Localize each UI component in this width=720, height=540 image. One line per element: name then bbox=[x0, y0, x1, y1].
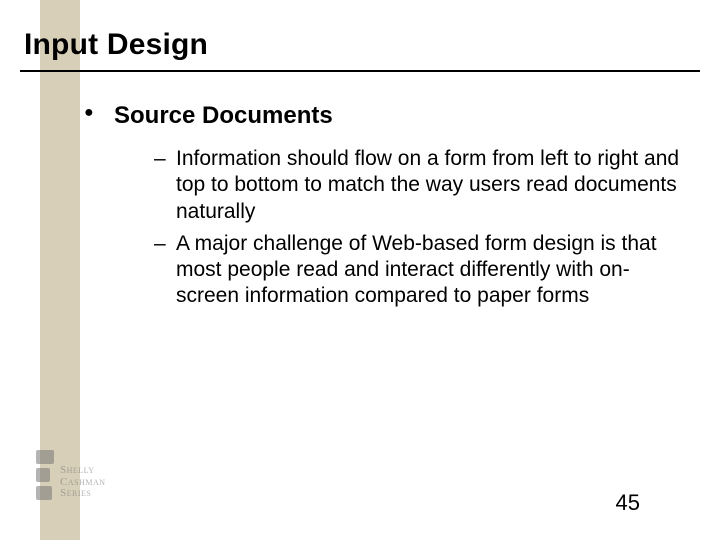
logo-bars-icon bbox=[36, 450, 54, 500]
logo-line: Series bbox=[60, 488, 106, 500]
sub-bullet-item: A major challenge of Web-based form desi… bbox=[154, 231, 680, 310]
slide-title: Input Design bbox=[24, 28, 680, 62]
page-number: 45 bbox=[616, 490, 640, 516]
logo-text: Shelly Cashman Series bbox=[60, 465, 106, 500]
bullet-list: Source Documents bbox=[24, 102, 680, 130]
sub-bullet-list: Information should flow on a form from l… bbox=[24, 146, 680, 310]
sub-bullet-text: Information should flow on a form from l… bbox=[176, 147, 679, 223]
bullet-label: Source Documents bbox=[114, 102, 333, 129]
sub-bullet-item: Information should flow on a form from l… bbox=[154, 146, 680, 225]
bullet-item: Source Documents bbox=[84, 102, 680, 130]
title-underline bbox=[20, 70, 700, 72]
sub-bullet-text: A major challenge of Web-based form desi… bbox=[176, 232, 657, 308]
series-logo: Shelly Cashman Series bbox=[36, 450, 106, 500]
slide-content: Input Design Source Documents Informatio… bbox=[0, 0, 720, 310]
